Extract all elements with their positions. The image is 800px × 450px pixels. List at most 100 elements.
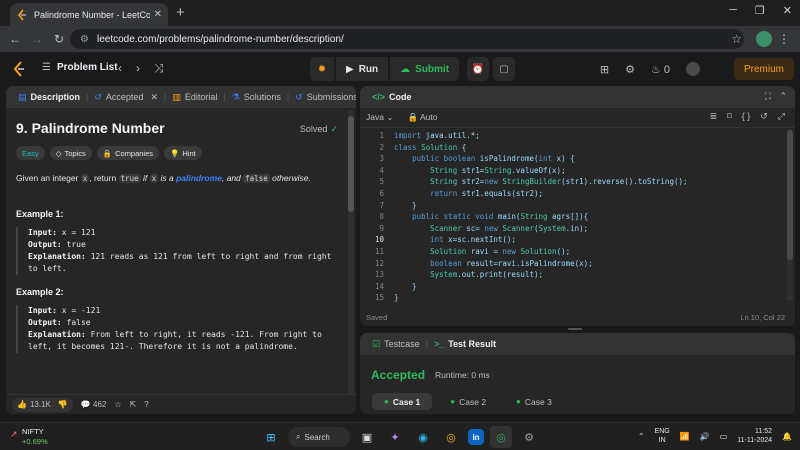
example-label: Input: (28, 306, 57, 315)
minimize-icon[interactable]: ─ (729, 4, 737, 17)
tab-solutions[interactable]: ⚗ Solutions (226, 92, 287, 103)
user-avatar[interactable] (686, 62, 700, 76)
restore-icon[interactable]: ❐ (755, 4, 765, 17)
star-icon[interactable]: ☆ (114, 400, 121, 409)
premium-button[interactable]: Premium (734, 58, 794, 80)
close-window-icon[interactable]: ✕ (783, 4, 792, 17)
tab-editorial[interactable]: ▥ Editorial (166, 92, 223, 103)
submit-label: Submit (415, 63, 450, 75)
line-number: 11 (374, 246, 384, 256)
battery-icon[interactable]: ▭ (720, 432, 728, 441)
back-icon[interactable]: ← (4, 32, 26, 46)
palindrome-link[interactable]: palindrome (176, 173, 222, 183)
profile-avatar[interactable] (756, 31, 772, 47)
tab-submissions[interactable]: ↺ Submissions (289, 92, 356, 103)
close-tab-icon[interactable]: ✕ (150, 92, 158, 103)
browser-tab[interactable]: Palindrome Number - LeetCode ✕ (10, 3, 168, 26)
tray-overflow-icon[interactable]: ⌃ (638, 432, 645, 441)
tab-accepted[interactable]: ↺ Accepted ✕ (88, 92, 164, 103)
code-status-bar: Saved Ln 10, Col 22 (360, 308, 795, 326)
taskbar-search[interactable]: ⌕ Search (288, 427, 350, 447)
language-select[interactable]: Java ⌄ (366, 112, 393, 123)
flask-icon: ⚗ (231, 91, 240, 102)
submit-button[interactable]: ☁ Submit (390, 57, 460, 81)
maximize-icon[interactable]: ⛶ (765, 91, 771, 102)
windows-start-icon[interactable]: ⊞ (260, 426, 282, 448)
prev-problem-icon[interactable]: ‹ (118, 61, 122, 76)
scrollbar-thumb[interactable] (348, 116, 354, 212)
reload-icon[interactable]: ↻ (48, 32, 70, 46)
solved-badge: Solved ✓ (300, 124, 338, 135)
bug-icon: ✹ (317, 63, 327, 75)
comments-button[interactable]: 💬 462 (81, 400, 107, 409)
problem-list-button[interactable]: ☰ Problem List (42, 62, 118, 73)
linkedin-icon[interactable]: in (468, 429, 484, 445)
collapse-icon[interactable]: ⌃ (779, 91, 787, 102)
panel-resize-handle[interactable] (568, 328, 582, 330)
settings-app-icon[interactable]: ⚙ (518, 426, 540, 448)
code-line: 6 return str1.equals(str2); (360, 188, 795, 200)
auto-mode-toggle[interactable]: 🔒 Auto (407, 112, 437, 123)
language-indicator[interactable]: ENG IN (655, 427, 670, 445)
hint-tag[interactable]: 💡 Hint (164, 146, 202, 160)
braces-icon[interactable]: { } (742, 111, 751, 122)
next-problem-icon[interactable]: › (136, 61, 140, 76)
case-tab-1[interactable]: ● Case 1 (372, 393, 433, 410)
scrollbar-thumb[interactable] (787, 130, 793, 260)
clock[interactable]: 11:52 11-11-2024 (737, 427, 772, 445)
shuffle-icon[interactable]: ⤨ (154, 61, 164, 76)
stock-widget[interactable]: ↗ NIFTY +0.69% (10, 427, 48, 447)
example-value: x = -121 (56, 306, 101, 315)
close-tab-icon[interactable]: ✕ (154, 9, 162, 20)
tab-testcase[interactable]: ☑ Testcase (366, 339, 426, 350)
leetcode-logo-icon[interactable] (12, 61, 26, 77)
format-icon[interactable]: ≣ (710, 111, 718, 122)
site-info-icon[interactable]: ⚙ (80, 34, 89, 45)
companies-tag[interactable]: 🔒 Companies (96, 146, 160, 160)
code-text: Scanner sc= new Scanner(System.in); (430, 223, 589, 233)
thumbs-down-icon[interactable]: 👎 (58, 400, 68, 409)
tab-description[interactable]: ▤ Description (12, 92, 86, 103)
run-button[interactable]: ▶ Run (336, 57, 389, 81)
reset-icon[interactable]: ↺ (760, 111, 768, 122)
wifi-icon[interactable]: 📶 (680, 432, 690, 441)
code-line: 5 String str2=new StringBuilder(str1).re… (360, 176, 795, 188)
line-number: 5 (379, 177, 384, 187)
forward-icon[interactable]: → (26, 32, 48, 46)
layout-grid-icon[interactable]: ⊞ (600, 63, 609, 76)
bookmark-star-icon[interactable]: ☆ (731, 32, 742, 46)
case-tab-3[interactable]: ● Case 3 (504, 393, 564, 410)
code-scrollbar[interactable] (787, 130, 793, 300)
case-tab-2[interactable]: ● Case 2 (438, 393, 498, 410)
edge-icon[interactable]: ◉ (412, 426, 434, 448)
expand-icon[interactable]: ⤢ (778, 111, 785, 122)
share-icon[interactable]: ⇱ (130, 400, 137, 409)
chrome-active-icon[interactable]: ◎ (490, 426, 512, 448)
description-scrollbar[interactable] (348, 110, 354, 396)
url-field[interactable]: ⚙ leetcode.com/problems/palindrome-numbe… (70, 29, 744, 49)
example-box: Input: x = 121 Output: true Explanation:… (16, 227, 338, 275)
help-icon[interactable]: ? (144, 400, 148, 409)
copilot-icon[interactable]: ✦ (384, 426, 406, 448)
debug-button[interactable]: ✹ (310, 57, 334, 81)
volume-icon[interactable]: 🔊 (700, 432, 710, 441)
notes-button[interactable]: ▢ (493, 57, 516, 81)
task-view-icon[interactable]: ▣ (356, 426, 378, 448)
topics-tag[interactable]: ◇ Topics (49, 146, 92, 160)
code-editor[interactable]: 1 import java.util.*; 2 class Solution { 3… (360, 130, 795, 308)
timer-button[interactable]: ⏰ (467, 57, 490, 81)
tab-test-result[interactable]: >_ Test Result (428, 339, 502, 349)
bookmark-icon[interactable]: ⌑ (727, 111, 732, 122)
browser-menu-icon[interactable]: ⋮ (778, 32, 790, 46)
code-line: 2 class Solution { (360, 142, 795, 154)
streak[interactable]: ♨ 0 (651, 63, 670, 76)
chrome-icon[interactable]: ◎ (440, 426, 462, 448)
settings-gear-icon[interactable]: ⚙ (625, 63, 635, 76)
editor-tools: ≣ ⌑ { } ↺ ⤢ (710, 111, 785, 122)
new-tab-button[interactable]: + (176, 4, 185, 21)
tab-code[interactable]: </> Code (366, 92, 418, 102)
line-number: 13 (374, 270, 384, 280)
notification-bell-icon[interactable]: 🔔 (782, 432, 792, 441)
case-label: Case 3 (524, 396, 552, 407)
like-button[interactable]: 👍 13.1K 👎 (12, 397, 73, 412)
